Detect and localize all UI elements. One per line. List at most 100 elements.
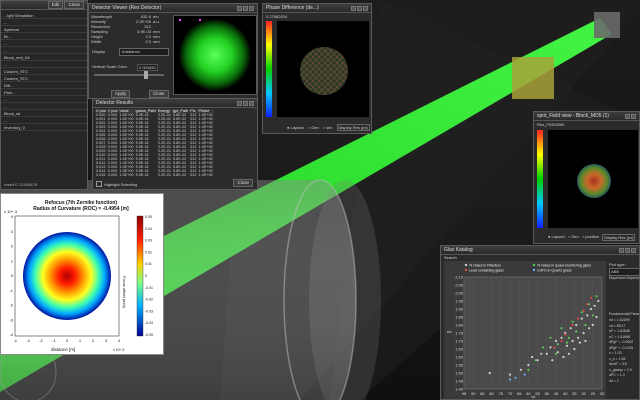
scatter-point[interactable] — [545, 352, 548, 355]
close-button[interactable]: Close — [64, 1, 84, 9]
scatter-point[interactable] — [575, 330, 578, 333]
scatter-point[interactable] — [567, 336, 570, 339]
tree-item[interactable]: ... — [1, 19, 87, 26]
maximize-icon[interactable] — [243, 5, 248, 11]
display-res-select[interactable]: Display Res (px) — [336, 124, 370, 131]
scatter-point[interactable] — [569, 327, 572, 330]
close-icon[interactable] — [631, 247, 636, 253]
phase-titlebar[interactable]: Phase Difference (de...) — [263, 4, 371, 13]
tree-item[interactable]: Aperture — [1, 26, 87, 33]
scatter-point[interactable] — [508, 373, 512, 376]
window-controls[interactable] — [619, 247, 636, 253]
irradiance-image[interactable] — [173, 15, 257, 95]
scatter-point[interactable] — [589, 307, 593, 311]
scatter-point[interactable] — [530, 355, 534, 359]
scatter-point[interactable] — [560, 336, 563, 339]
tree-item[interactable]: Bl... — [1, 33, 87, 40]
scatter-point[interactable] — [588, 327, 591, 330]
scatter-point[interactable] — [514, 376, 517, 379]
scatter-point[interactable] — [575, 323, 578, 327]
refocus-axes[interactable]: 4 3 2 1 0 -1 -2 -3 -4-4 -3 -2 -1 0 1 2 3 4 0.05 0.04 0.03 0.… — [1, 194, 165, 356]
tree-item[interactable]: ... — [1, 96, 87, 103]
window-controls[interactable] — [237, 100, 254, 106]
scatter-point[interactable] — [553, 346, 556, 349]
scatter-point[interactable] — [571, 339, 574, 343]
scatter-point[interactable] — [586, 314, 589, 317]
spot-image[interactable] — [548, 130, 638, 228]
scatter-point[interactable] — [540, 352, 543, 355]
scatter-point[interactable] — [488, 371, 491, 375]
scatter-point[interactable] — [584, 339, 587, 343]
tree-item[interactable]: Custom_STC — [1, 75, 87, 82]
tree-item[interactable]: ... — [1, 47, 87, 54]
scatter-point[interactable] — [560, 339, 563, 343]
tree-item[interactable]: ... — [1, 117, 87, 124]
tree-item[interactable]: Block_rect_0A — [1, 54, 87, 61]
close-icon[interactable] — [249, 5, 254, 11]
scatter-point[interactable] — [551, 359, 554, 362]
minimize-icon[interactable] — [237, 100, 242, 106]
scatter-point[interactable] — [565, 341, 569, 344]
scatter-point[interactable] — [564, 333, 567, 336]
minimize-icon[interactable] — [237, 5, 242, 11]
close-icon[interactable] — [363, 5, 368, 11]
radio-position[interactable]: ○ position — [582, 234, 599, 241]
window-controls[interactable] — [625, 113, 636, 119]
radio-sim[interactable]: ○ sim — [323, 125, 333, 130]
scatter-point[interactable] — [554, 352, 558, 355]
table-row[interactable]: 0.015 0.000 1.3E+00 5.9E-01 3.2E-01 5.8E-02 51… — [95, 173, 214, 177]
scatter-point[interactable] — [589, 296, 593, 299]
scatter-point[interactable] — [556, 343, 559, 346]
tree-item[interactable]: Plan... — [1, 89, 87, 96]
scatter-point[interactable] — [554, 339, 558, 343]
radio-gen[interactable]: ○ Gen — [308, 125, 319, 130]
scatter-point[interactable] — [556, 351, 559, 354]
scatter-point[interactable] — [591, 314, 594, 317]
tree-item[interactable]: ...ight Simulation — [1, 12, 87, 19]
scatter-point[interactable] — [508, 378, 512, 381]
glass-menu[interactable]: Search — [444, 255, 457, 260]
glass-scatter-chart[interactable]: 2.10 2.05 2.00 1.95 1.90 1.85 1.80 1.75 1.70 1.65… — [444, 261, 606, 400]
highlight-checkbox-row[interactable]: Highlight Selecting — [96, 181, 137, 187]
scatter-point[interactable] — [580, 311, 583, 314]
results-close-button[interactable]: Close — [233, 179, 253, 187]
tree-item[interactable]: ... — [1, 61, 87, 68]
scatter-point[interactable] — [591, 323, 594, 327]
tree-item[interactable]: Block_sd — [1, 110, 87, 117]
radio-gen[interactable]: ○ Gen — [568, 234, 579, 241]
scatter-point[interactable] — [565, 344, 569, 347]
spot-titlebar[interactable]: spot_Field view - Block_MD5 (1) — [534, 112, 639, 121]
scatter-point[interactable] — [549, 336, 552, 339]
tree-item[interactable]: ... — [1, 103, 87, 110]
scatter-point[interactable] — [527, 368, 530, 371]
maximize-icon[interactable] — [625, 247, 630, 253]
scatter-point[interactable] — [578, 341, 582, 344]
radio-lapsed[interactable]: ● Lapsed — [287, 125, 304, 130]
display-res-select[interactable]: Display Res (px) — [602, 234, 636, 241]
close-button[interactable]: Close — [149, 90, 169, 98]
minimize-icon[interactable] — [351, 5, 356, 11]
scatter-point[interactable] — [593, 304, 596, 307]
scatter-point[interactable] — [595, 295, 598, 298]
scale-slider-thumb[interactable] — [144, 71, 148, 79]
window-controls[interactable] — [351, 5, 368, 11]
maximize-icon[interactable] — [243, 100, 248, 106]
tree-item[interactable]: Custom_STC — [1, 68, 87, 75]
scatter-point[interactable] — [562, 355, 565, 359]
scatter-point[interactable] — [582, 309, 585, 312]
scatter-point[interactable] — [519, 368, 523, 371]
scale-slider[interactable] — [94, 74, 164, 76]
scale-value[interactable]: 0.003452 — [137, 64, 158, 71]
scatter-point[interactable] — [567, 352, 570, 355]
minimize-icon[interactable] — [625, 113, 630, 119]
close-icon[interactable] — [631, 113, 636, 119]
window-controls[interactable] — [237, 5, 254, 11]
tree-item[interactable]: Inventory_0 — [1, 124, 87, 131]
scatter-point[interactable] — [523, 373, 526, 376]
scatter-point[interactable] — [586, 303, 589, 306]
phase-image[interactable] — [277, 21, 369, 117]
scatter-point[interactable] — [571, 323, 574, 327]
plot-type-select[interactable]: ABB — [609, 268, 639, 276]
scatter-point[interactable] — [582, 331, 585, 335]
scatter-point[interactable] — [527, 363, 530, 367]
